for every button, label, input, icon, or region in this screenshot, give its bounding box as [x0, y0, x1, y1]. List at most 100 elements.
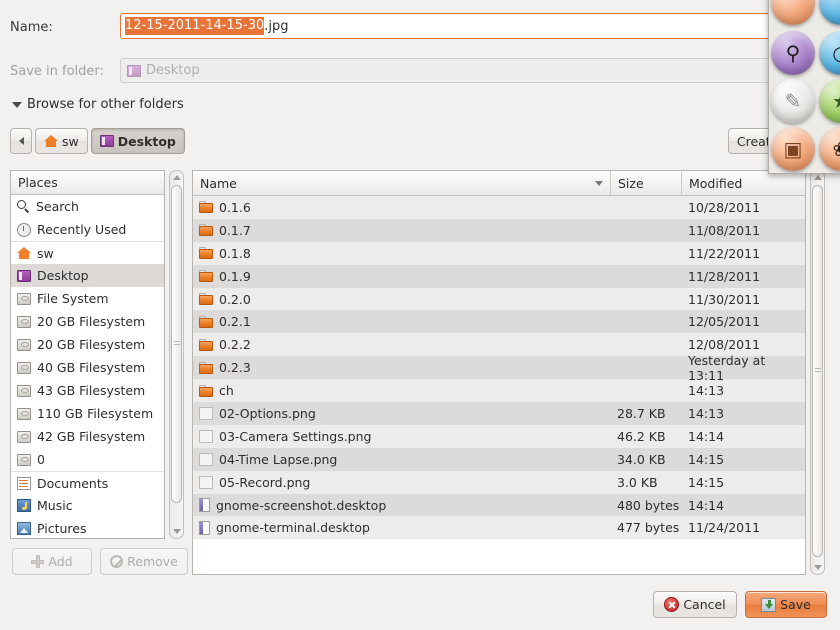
folder-icon — [199, 384, 213, 397]
recent-icon — [17, 222, 31, 237]
place-item[interactable]: sw — [11, 241, 164, 264]
place-item[interactable]: 40 GB Filesystem — [11, 356, 164, 379]
places-scrollbar-thumb[interactable] — [171, 185, 182, 503]
place-item[interactable]: Music — [11, 494, 164, 517]
cell-size: 477 bytes — [617, 520, 680, 536]
cell-name: 0.1.9 — [193, 269, 610, 284]
search-icon — [17, 200, 30, 213]
file-name: 0.1.6 — [219, 199, 251, 215]
face-icon[interactable]: ◑ — [819, 31, 840, 75]
place-item-label: Search — [36, 199, 79, 214]
scroll-down-icon[interactable] — [172, 529, 181, 534]
breadcrumb-item-desktop[interactable]: Desktop — [90, 128, 185, 154]
table-row[interactable]: gnome-screenshot.desktop 480 bytes 14:14 — [193, 493, 805, 517]
cell-modified: Yesterday at 13:11 — [688, 352, 766, 383]
place-item[interactable]: Search — [11, 195, 164, 218]
table-row[interactable]: 05-Record.png 3.0 KB 14:15 — [193, 470, 805, 494]
globe-icon[interactable]: ★ — [819, 79, 840, 123]
cell-name: 0.1.7 — [193, 223, 610, 238]
camera-glyph: ▣ — [783, 137, 803, 161]
save-in-folder-combo[interactable]: Desktop — [120, 58, 832, 83]
table-row[interactable]: 03-Camera Settings.png 46.2 KB 14:14 — [193, 424, 805, 448]
cancel-button[interactable]: Cancel — [653, 591, 737, 618]
remove-place-button[interactable]: Remove — [100, 548, 188, 575]
zoom-in-icon[interactable]: ⚲ — [771, 31, 815, 75]
place-item[interactable]: Documents — [11, 471, 164, 494]
add-place-button[interactable]: Add — [12, 548, 92, 575]
file-list-scrollbar-thumb[interactable] — [812, 185, 823, 557]
breadcrumb-back-button[interactable] — [10, 128, 32, 154]
place-item-label: 20 GB Filesystem — [37, 337, 146, 352]
cell-modified: 14:15 — [688, 451, 725, 467]
place-item-label: 43 GB Filesystem — [37, 383, 146, 398]
place-item[interactable]: Pictures — [11, 517, 164, 540]
place-item[interactable]: 43 GB Filesystem — [11, 379, 164, 402]
column-header-modified[interactable]: Modified — [681, 171, 805, 195]
home-icon — [17, 247, 31, 259]
pictures-icon — [17, 522, 31, 535]
palette-cell[interactable]: ★ — [817, 77, 840, 125]
document-icon — [199, 520, 210, 535]
cell-name: 0.2.3 — [193, 360, 610, 375]
palette-cell[interactable]: ◑ — [817, 29, 840, 77]
scroll-up-icon[interactable] — [813, 175, 822, 180]
image-thumbnail-icon — [199, 406, 213, 420]
filename-extension-text: .jpg — [264, 18, 289, 34]
place-item[interactable]: Recently Used — [11, 218, 164, 241]
cell-size: 46.2 KB — [617, 428, 666, 444]
table-row[interactable]: 02-Options.png 28.7 KB 14:13 — [193, 402, 805, 425]
scroll-up-icon[interactable] — [172, 175, 181, 180]
place-item[interactable]: 110 GB Filesystem — [11, 402, 164, 425]
table-row[interactable]: 04-Time Lapse.png 34.0 KB 14:15 — [193, 447, 805, 471]
column-header-name[interactable]: Name — [193, 171, 610, 195]
folder-icon — [199, 338, 213, 351]
palette-cell[interactable] — [769, 0, 817, 29]
table-row[interactable]: 0.2.0 11/30/2011 — [193, 287, 805, 311]
places-scrollbar[interactable] — [169, 170, 184, 539]
signature-icon[interactable]: ✎ — [771, 79, 815, 123]
place-item[interactable]: Desktop — [11, 264, 164, 287]
home-icon — [44, 135, 58, 147]
insect-icon[interactable]: ❀ — [819, 127, 840, 171]
folder-icon — [199, 224, 213, 237]
palette-cell[interactable]: ✎ — [769, 77, 817, 125]
table-row[interactable]: 0.2.3 Yesterday at 13:11 — [193, 353, 805, 383]
scroll-down-icon[interactable] — [813, 565, 822, 570]
image-thumbnail-icon — [199, 475, 213, 489]
file-list-scrollbar[interactable] — [810, 170, 825, 575]
add-label: Add — [48, 554, 73, 569]
breadcrumb-item-sw[interactable]: sw — [35, 128, 88, 154]
place-item[interactable]: 0 — [11, 448, 164, 471]
palette-cell[interactable] — [817, 0, 840, 29]
file-name: 0.2.0 — [219, 291, 251, 307]
breadcrumb: sw Desktop — [10, 128, 185, 154]
camera-icon[interactable] — [771, 0, 815, 25]
palette-cell[interactable]: ⚲ — [769, 29, 817, 77]
image-thumbnail-icon — [199, 452, 213, 466]
folder-icon — [199, 293, 213, 305]
place-item[interactable]: 42 GB Filesystem — [11, 425, 164, 448]
cell-modified: 14:15 — [688, 474, 725, 490]
save-button[interactable]: Save — [745, 591, 827, 618]
place-item[interactable]: 20 GB Filesystem — [11, 310, 164, 333]
browse-for-other-folders-toggle[interactable]: Browse for other folders — [12, 97, 184, 112]
table-row[interactable]: 0.1.7 11/08/2011 — [193, 218, 805, 242]
camera-icon[interactable]: ▣ — [771, 127, 815, 171]
place-item-label: 0 — [37, 452, 45, 467]
table-row[interactable]: 0.1.8 11/22/2011 — [193, 241, 805, 265]
filename-input[interactable]: 12-15-2011-14-15-30 .jpg — [120, 13, 832, 39]
column-header-size[interactable]: Size — [610, 171, 681, 195]
face-glyph: ◑ — [819, 31, 840, 75]
palette-cell[interactable]: ❀ — [817, 125, 840, 173]
table-row[interactable]: 0.1.9 11/28/2011 — [193, 264, 805, 288]
table-row[interactable]: 0.2.1 12/05/2011 — [193, 310, 805, 334]
place-item-label: 42 GB Filesystem — [37, 429, 146, 444]
place-item[interactable]: 20 GB Filesystem — [11, 333, 164, 356]
cancel-icon — [664, 597, 680, 612]
table-row[interactable]: 0.1.6 10/28/2011 — [193, 196, 805, 219]
palette-cell[interactable]: ▣ — [769, 125, 817, 173]
table-row[interactable]: gnome-terminal.desktop 477 bytes 11/24/201… — [193, 516, 805, 540]
face-icon[interactable] — [819, 0, 840, 25]
place-item[interactable]: File System — [11, 287, 164, 310]
table-row[interactable]: ch 14:13 — [193, 379, 805, 403]
